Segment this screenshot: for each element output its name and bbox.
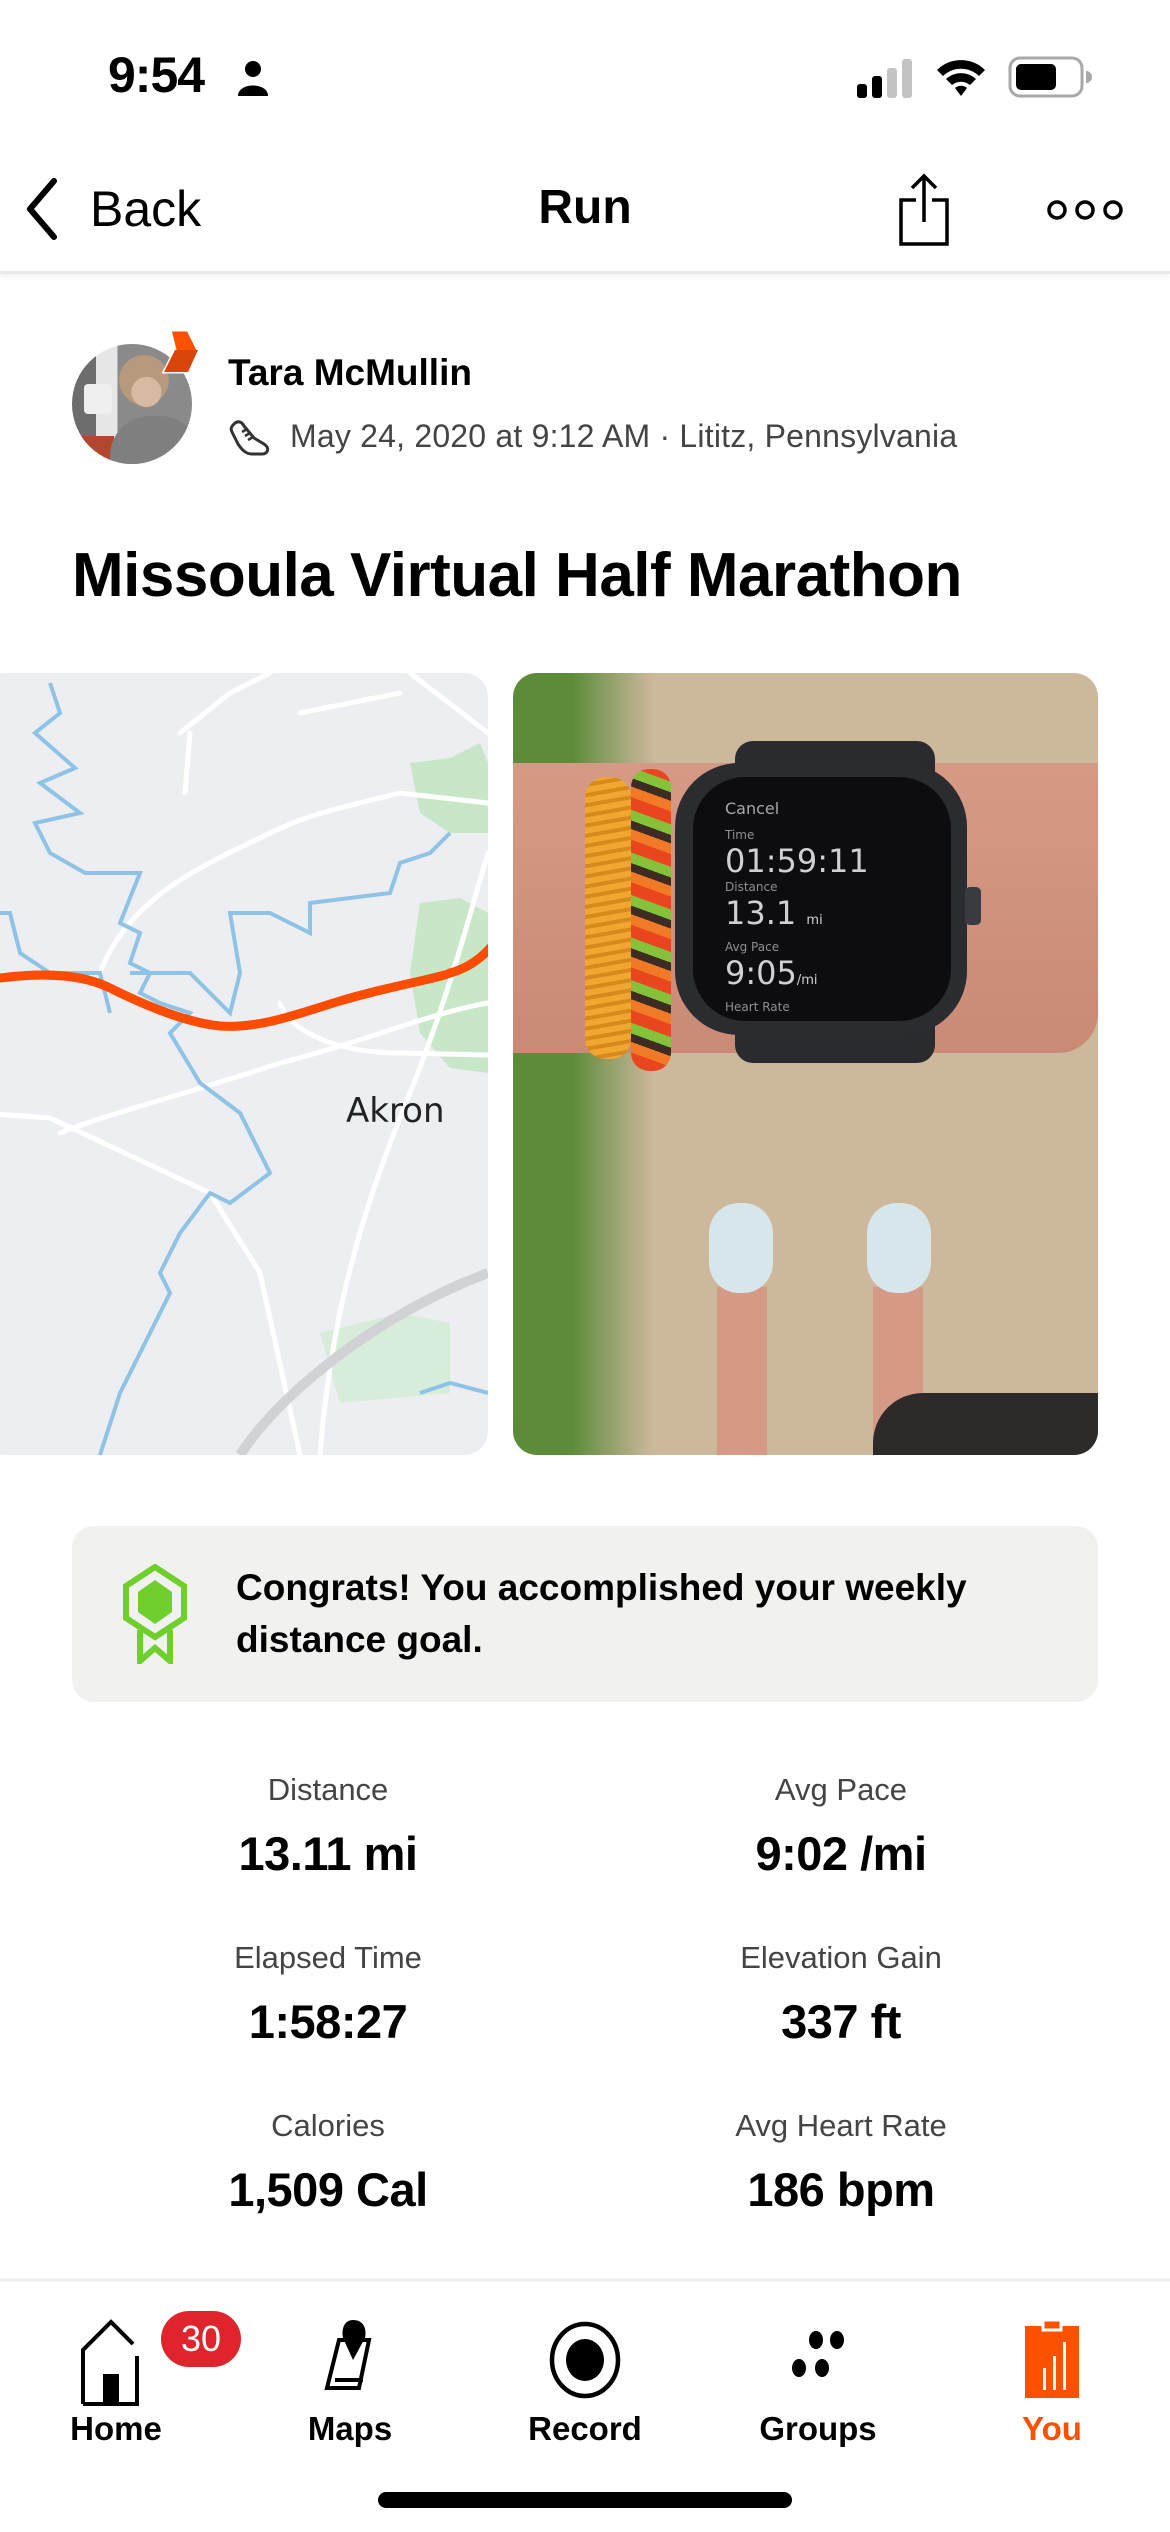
cellular-signal-icon [857,59,912,98]
stat-elapsed-time: Elapsed Time 1:58:27 [128,1940,528,2049]
stat-avg-pace: Avg Pace 9:02 /mi [641,1772,1041,1881]
map-place-label: Akron [346,1091,445,1131]
person-icon [238,61,268,96]
groups-icon [792,2331,844,2377]
stat-value: 186 bpm [747,2163,935,2216]
maps-icon [324,2320,372,2390]
record-icon [549,2321,621,2399]
share-icon[interactable] [896,172,952,248]
shoe-icon [229,420,270,456]
stat-distance: Distance 13.11 mi [128,1772,528,1881]
watch-distance-row: 13.1 mi [725,894,951,940]
stat-label: Distance [267,1772,389,1807]
map-river [0,911,112,1014]
tab-maps[interactable]: Maps [260,2302,440,2452]
goal-badge-icon [123,1564,187,1664]
more-icon[interactable] [1046,194,1124,226]
stat-value: 9:02 /mi [755,1827,927,1880]
watch-time-value: 01:59:11 [725,842,869,880]
activity-photo[interactable]: Cancel Time 01:59:11 Distance 13.1 mi Av… [513,673,1098,1455]
goal-achievement-card[interactable]: Congrats! You accomplished your weekly d… [72,1526,1098,1702]
tab-label: Maps [307,2410,393,2447]
battery-icon [1008,56,1092,98]
back-label: Back [90,181,202,237]
stat-value: 1:58:27 [248,1995,408,2048]
avatar-body [110,416,192,464]
photo-watch-crown [965,887,981,925]
avatar-lamp [84,384,112,414]
home-icon [81,2319,139,2406]
watch-cancel: Cancel [725,799,780,818]
stat-value: 13.11 mi [238,1827,418,1880]
navigation-bar: Back Run [0,150,1170,274]
stat-avg-heart-rate: Avg Heart Rate 186 bpm [641,2108,1041,2217]
chevron-left-icon [27,178,57,240]
activity-title: Missoula Virtual Half Marathon [72,541,962,610]
stat-label: Avg Heart Rate [735,2108,947,2143]
photo-leg [717,1287,767,1455]
photo-watch-screen: Cancel Time 01:59:11 Distance 13.1 mi Av… [693,777,951,1021]
stat-elevation-gain: Elevation Gain 337 ft [641,1940,1041,2049]
tab-label: Groups [759,2410,877,2447]
map-road [177,673,273,736]
you-icon [1025,2318,1079,2398]
tab-you[interactable]: You [962,2302,1142,2452]
stat-label: Elapsed Time [234,1940,422,1975]
watch-distance-value: 13.1 [725,894,797,932]
back-button[interactable]: Back [22,174,201,244]
map-river [31,682,273,1455]
watch-pace-unit: /mi [796,973,818,988]
stat-calories: Calories 1,509 Cal [128,2108,528,2217]
photo-shoe [867,1203,931,1293]
tab-record[interactable]: Record [495,2302,675,2452]
map-park [410,743,488,833]
status-time: 9:54 [108,47,205,103]
map-road [407,673,488,736]
stat-value: 337 ft [781,1995,901,2048]
watch-pace-row: 9:05/mi [725,954,951,1000]
stat-label: Avg Pace [774,1772,908,1807]
media-carousel[interactable]: Akron Cancel Time 01:59:11 Distance 13.1… [0,673,1170,1455]
avatar-chair [78,436,114,464]
stat-value: 1,509 Cal [228,2163,428,2216]
watch-pace-label: Avg Pace [725,940,780,954]
goal-text: Congrats! You accomplished your weekly d… [236,1567,967,1660]
status-bar: 9:54 [0,0,1170,150]
notification-badge: 30 [161,2311,241,2367]
map-graphic [0,673,488,1455]
activity-date-location: May 24, 2020 at 9:12 AM · Lititz, Pennsy… [290,417,958,454]
watch-pace-value: 9:05 [725,954,797,992]
stat-label: Calories [271,2108,385,2143]
map-road [297,690,403,716]
watch-distance-label: Distance [725,880,778,894]
stat-label: Elevation Gain [740,1940,942,1975]
watch-distance-unit: mi [806,913,823,928]
route-map[interactable]: Akron [0,673,488,1455]
map-road [182,730,193,796]
athlete-name[interactable]: Tara McMullin [228,352,472,394]
wifi-icon [937,60,985,96]
tab-label: You [1022,2410,1082,2447]
watch-hr-label: Heart Rate [725,1000,790,1014]
athlete-header: Tara McMullin May 24, 2020 at 9:12 AM · … [72,330,1122,480]
tab-home[interactable]: 30 Home [26,2302,241,2452]
tab-label: Home [70,2410,162,2447]
tab-label: Record [528,2410,642,2447]
watch-time-label: Time [725,828,755,842]
tab-groups[interactable]: Groups [728,2302,908,2452]
map-road [0,1111,303,1455]
home-indicator[interactable] [378,2492,792,2508]
subscriber-badge-icon [161,330,198,374]
photo-shoe [709,1203,773,1293]
activity-meta: May 24, 2020 at 9:12 AM · Lititz, Pennsy… [228,414,957,458]
photo-bracelet [631,769,671,1071]
photo-bracelet [585,777,631,1059]
photo-shorts [873,1393,1098,1455]
